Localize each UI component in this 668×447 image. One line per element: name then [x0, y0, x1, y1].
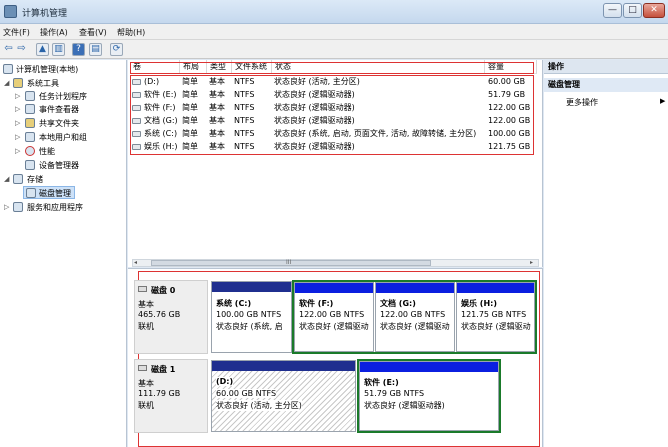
partition-f[interactable]: 软件 (F:) 122.00 GB NTFS 状态良好 (逻辑驱动 — [294, 282, 374, 352]
table-row[interactable]: 软件 (F:) 简单 基本 NTFS 状态良好 (逻辑驱动器) 122.00 G… — [128, 102, 530, 115]
volume-icon — [132, 79, 141, 85]
expand-icon[interactable]: ▷ — [4, 203, 9, 211]
computer-management-icon — [4, 5, 17, 18]
disk-1-label[interactable]: 磁盘 1 基本 111.79 GB 联机 — [134, 359, 208, 433]
refresh-icon[interactable]: ⟳ — [110, 43, 123, 56]
toolbar: ⇦ ⇨ ▲ ▥ ? ▤ ⟳ — [0, 40, 668, 59]
menu-view[interactable]: 查看(V) — [79, 27, 107, 38]
tree-item-system-tools[interactable]: ◢ 系统工具 — [0, 77, 127, 90]
scroll-left-arrow-icon[interactable]: ◂ — [134, 259, 137, 266]
performance-icon — [25, 146, 35, 156]
partition-bar — [360, 362, 498, 372]
partition-bar — [212, 282, 291, 292]
table-row[interactable]: 娱乐 (H:) 简单 基本 NTFS 状态良好 (逻辑驱动器) 121.75 G… — [128, 141, 530, 154]
volume-icon — [132, 118, 141, 124]
partition-g[interactable]: 文档 (G:) 122.00 GB NTFS 状态良好 (逻辑驱动 — [375, 282, 455, 352]
disk-graphical-view: 磁盘 0 基本 465.76 GB 联机 系统 (C:) 100.00 GB N… — [128, 268, 543, 447]
minimize-button[interactable]: — — [603, 3, 622, 18]
tree-item-shared-folders[interactable]: ▷ 共享文件夹 — [0, 117, 127, 130]
window-title: 计算机管理 — [22, 9, 68, 19]
expand-icon[interactable]: ▷ — [15, 133, 20, 141]
menu-action[interactable]: 操作(A) — [40, 27, 68, 38]
expand-icon[interactable]: ▷ — [15, 105, 20, 113]
partition-d[interactable]: (D:) 60.00 GB NTFS 状态良好 (活动, 主分区) — [211, 360, 356, 432]
disk-icon — [138, 286, 147, 292]
tree-item-root[interactable]: 计算机管理(本地) — [0, 63, 127, 76]
computer-icon — [3, 64, 13, 74]
grip-icon: III — [286, 259, 292, 266]
actions-header: 操作 — [544, 60, 668, 74]
expand-icon[interactable]: ▷ — [15, 119, 20, 127]
partition-bar — [376, 283, 454, 293]
close-button[interactable]: ✕ — [643, 3, 665, 18]
shared-folder-icon — [25, 118, 35, 128]
actions-pane: 操作 磁盘管理 更多操作 ▶ — [544, 60, 668, 447]
volume-icon — [132, 92, 141, 98]
event-log-icon — [25, 104, 35, 114]
partition-c[interactable]: 系统 (C:) 100.00 GB NTFS 状态良好 (系统, 启 — [211, 281, 292, 353]
collapse-icon[interactable]: ◢ — [4, 79, 9, 87]
show-hide-tree-icon[interactable]: ▥ — [52, 43, 65, 56]
up-folder-icon[interactable]: ▲ — [36, 43, 49, 56]
more-actions-link[interactable]: 更多操作 — [566, 97, 598, 108]
storage-icon — [13, 174, 23, 184]
menu-help[interactable]: 帮助(H) — [117, 27, 145, 38]
back-arrow-icon[interactable]: ⇦ — [2, 43, 15, 56]
maximize-button[interactable]: □ — [623, 3, 642, 18]
tree-item-event-viewer[interactable]: ▷ 事件查看器 — [0, 103, 127, 116]
tree-item-performance[interactable]: ▷ 性能 — [0, 145, 127, 158]
volume-icon — [132, 144, 141, 150]
tree-item-disk-management[interactable]: 磁盘管理 — [23, 186, 75, 199]
disk-icon — [138, 365, 147, 371]
expand-icon[interactable]: ▷ — [15, 147, 20, 155]
users-icon — [25, 132, 35, 142]
collapse-icon[interactable]: ◢ — [4, 175, 9, 183]
menu-bar: 文件(F) 操作(A) 查看(V) 帮助(H) — [0, 24, 668, 40]
partition-bar — [457, 283, 534, 293]
horizontal-scrollbar[interactable]: ◂ III ▸ — [132, 259, 539, 267]
volume-icon — [132, 131, 141, 137]
tree-item-storage[interactable]: ◢ 存储 — [0, 173, 127, 186]
title-bar: 计算机管理 — □ ✕ — [0, 0, 668, 24]
navigation-tree: 计算机管理(本地) ◢ 系统工具 ▷ 任务计划程序 ▷ 事件查看器 ▷ 共享文件… — [0, 60, 127, 447]
submenu-arrow-icon[interactable]: ▶ — [660, 97, 665, 105]
tree-item-services-apps[interactable]: ▷ 服务和应用程序 — [0, 201, 127, 214]
table-row[interactable]: 文档 (G:) 简单 基本 NTFS 状态良好 (逻辑驱动器) 122.00 G… — [128, 115, 530, 128]
tree-item-local-users[interactable]: ▷ 本地用户和组 — [0, 131, 127, 144]
partition-bar — [295, 283, 373, 293]
volume-list: 卷 布局 类型 文件系统 状态 容量 (D:) 简单 基本 NTFS 状态良好 … — [128, 60, 543, 267]
clock-icon — [25, 91, 35, 101]
partition-bar — [212, 361, 355, 371]
partition-h[interactable]: 娱乐 (H:) 121.75 GB NTFS 状态良好 (逻辑驱动 — [456, 282, 535, 352]
partition-e[interactable]: 软件 (E:) 51.79 GB NTFS 状态良好 (逻辑驱动器) — [359, 361, 499, 431]
services-icon — [13, 202, 23, 212]
table-row[interactable]: (D:) 简单 基本 NTFS 状态良好 (活动, 主分区) 60.00 GB — [128, 76, 528, 89]
forward-arrow-icon[interactable]: ⇨ — [15, 43, 28, 56]
help-icon[interactable]: ? — [72, 43, 85, 56]
device-manager-icon — [25, 160, 35, 170]
volume-icon — [132, 105, 141, 111]
actions-section-disk-management[interactable]: 磁盘管理 — [544, 78, 668, 92]
expand-icon[interactable]: ▷ — [15, 92, 20, 100]
scrollbar-thumb[interactable]: III — [151, 259, 431, 266]
tree-item-task-scheduler[interactable]: ▷ 任务计划程序 — [0, 90, 127, 103]
scroll-right-arrow-icon[interactable]: ▸ — [530, 259, 533, 266]
disk-management-icon — [26, 188, 36, 198]
table-row[interactable]: 软件 (E:) 简单 基本 NTFS 状态良好 (逻辑驱动器) 51.79 GB — [128, 89, 528, 102]
toolbox-icon — [13, 78, 23, 88]
properties-icon[interactable]: ▤ — [89, 43, 102, 56]
menu-file[interactable]: 文件(F) — [3, 27, 30, 38]
table-row[interactable]: 系统 (C:) 简单 基本 NTFS 状态良好 (系统, 启动, 页面文件, 活… — [128, 128, 530, 141]
disk-0-label[interactable]: 磁盘 0 基本 465.76 GB 联机 — [134, 280, 208, 354]
tree-item-device-manager[interactable]: 设备管理器 — [0, 159, 127, 172]
annotation-box-header — [130, 62, 534, 74]
